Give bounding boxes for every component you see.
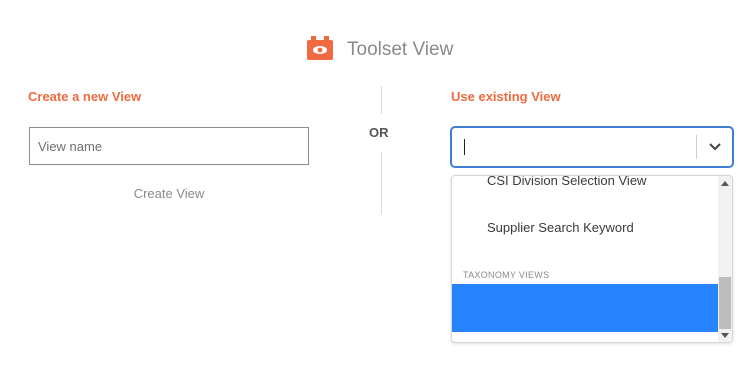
- toolset-eye-icon: [307, 36, 333, 60]
- text-caret: [464, 139, 465, 155]
- scrollbar-thumb[interactable]: [719, 277, 731, 329]
- scroll-up-arrow-icon[interactable]: [721, 181, 729, 186]
- divider-line-top: [381, 86, 382, 114]
- or-label: OR: [369, 125, 389, 140]
- dropdown-menu: CSI Division Selection View Supplier Sea…: [451, 175, 733, 343]
- dropdown-option[interactable]: CSI Division Selection View: [487, 176, 646, 188]
- create-view-button[interactable]: Create View: [29, 186, 309, 201]
- existing-view-select[interactable]: [451, 127, 733, 167]
- page-title: Toolset View: [347, 39, 454, 60]
- create-new-view-heading: Create a new View: [28, 89, 142, 104]
- select-separator: [696, 135, 697, 159]
- use-existing-view-heading: Use existing View: [451, 89, 561, 104]
- dropdown-group-label: TAXONOMY VIEWS: [463, 270, 550, 280]
- header: Toolset View: [0, 30, 755, 70]
- dropdown-option[interactable]: Supplier Search Keyword: [487, 220, 634, 235]
- scroll-down-arrow-icon[interactable]: [721, 333, 729, 338]
- chevron-down-icon[interactable]: [708, 141, 722, 153]
- dropdown-option-highlighted[interactable]: [452, 284, 718, 332]
- divider-line-bottom: [381, 152, 382, 214]
- view-name-input[interactable]: [29, 127, 309, 165]
